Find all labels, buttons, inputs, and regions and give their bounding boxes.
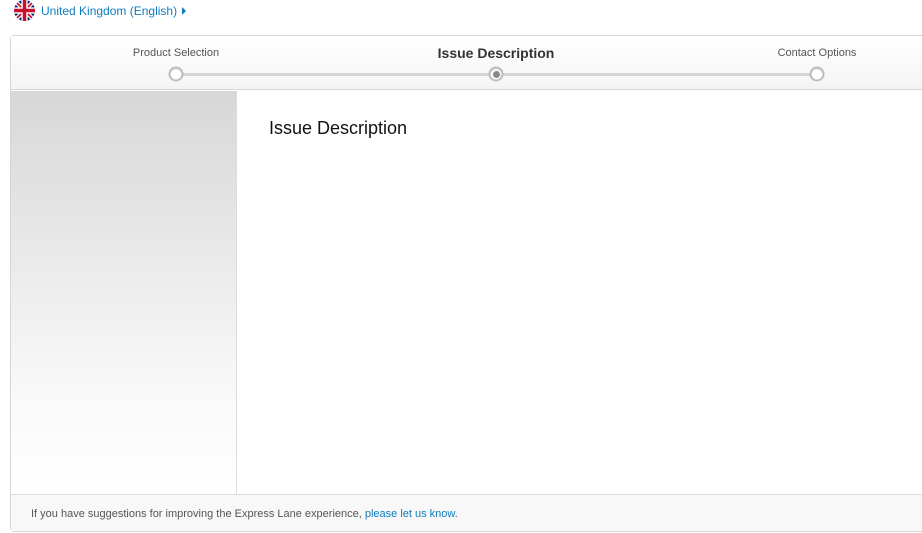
feedback-link[interactable]: please let us know bbox=[365, 508, 455, 520]
page-title: Issue Description bbox=[269, 118, 408, 138]
main-panel: Product Selection Issue Description Cont… bbox=[10, 35, 922, 532]
step-dot-issue-description[interactable] bbox=[488, 66, 504, 82]
sidebar bbox=[11, 91, 237, 496]
step-dot-product-selection[interactable] bbox=[168, 66, 184, 82]
footer: If you have suggestions for improving th… bbox=[11, 494, 922, 531]
uk-flag-icon bbox=[14, 0, 35, 21]
chevron-right-icon bbox=[182, 6, 187, 15]
step-label-contact-options: Contact Options bbox=[777, 47, 857, 59]
locale-selector[interactable]: United Kingdom (English) bbox=[14, 0, 187, 21]
step-label-issue-description: Issue Description bbox=[437, 45, 555, 61]
content-area: Issue Description bbox=[238, 91, 922, 496]
step-label-product-selection: Product Selection bbox=[132, 47, 220, 59]
footer-text: If you have suggestions for improving th… bbox=[31, 508, 365, 520]
step-dot-contact-options[interactable] bbox=[809, 66, 825, 82]
progress-stepper: Product Selection Issue Description Cont… bbox=[11, 36, 922, 90]
locale-link[interactable]: United Kingdom (English) bbox=[41, 4, 177, 18]
footer-text-end: . bbox=[454, 508, 458, 520]
